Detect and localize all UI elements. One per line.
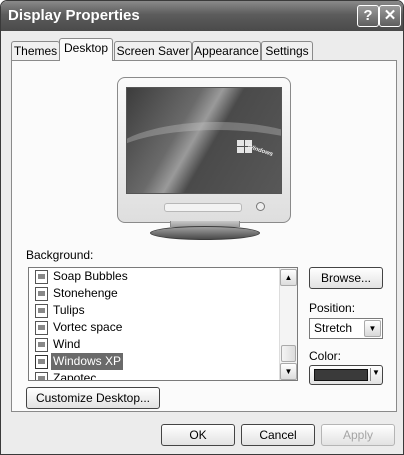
- list-item-label: Soap Bubbles: [53, 269, 128, 283]
- list-item-selected[interactable]: Windows XP: [32, 353, 277, 370]
- color-picker-button[interactable]: ▼: [309, 365, 383, 385]
- position-value: Stretch: [314, 321, 353, 335]
- color-swatch: [314, 369, 368, 381]
- windows-logo: Windows: [237, 140, 274, 160]
- customize-desktop-button[interactable]: Customize Desktop...: [26, 387, 160, 409]
- ok-button[interactable]: OK: [161, 424, 235, 446]
- tab-themes[interactable]: Themes: [11, 41, 60, 60]
- help-icon: ?: [363, 7, 373, 24]
- tab-appearance[interactable]: Appearance: [192, 41, 261, 60]
- picture-file-icon: [35, 304, 48, 318]
- picture-file-icon: [35, 372, 48, 380]
- apply-button[interactable]: Apply: [321, 424, 395, 446]
- desktop-tab-panel: Windows Background: Soap Bubbles Stonehe…: [11, 60, 397, 412]
- cancel-button[interactable]: Cancel: [241, 424, 315, 446]
- monitor-stand-base: [150, 226, 260, 240]
- close-icon: ✕: [383, 7, 397, 24]
- scroll-up-button[interactable]: ▲: [280, 269, 297, 286]
- position-select[interactable]: Stretch ▼: [309, 318, 383, 339]
- desktop-preview-screen: Windows: [126, 87, 282, 194]
- picture-file-icon: [35, 321, 48, 335]
- scrollbar-thumb[interactable]: [281, 345, 296, 362]
- color-label: Color:: [309, 349, 342, 363]
- list-item[interactable]: Tulips: [32, 302, 277, 319]
- tab-screen-saver[interactable]: Screen Saver: [114, 41, 192, 60]
- browse-button[interactable]: Browse...: [309, 267, 383, 289]
- list-item[interactable]: Soap Bubbles: [32, 268, 277, 285]
- scroll-down-button[interactable]: ▼: [280, 363, 297, 380]
- list-item[interactable]: Zapotec: [32, 370, 277, 381]
- color-picker-separator: [370, 368, 371, 381]
- list-item-label: Zapotec: [53, 371, 97, 381]
- tab-desktop[interactable]: Desktop: [59, 38, 113, 61]
- window-title: Display Properties: [8, 7, 140, 24]
- tab-settings[interactable]: Settings: [261, 41, 313, 60]
- position-label: Position:: [309, 301, 356, 315]
- scroll-up-icon: ▲: [284, 273, 293, 282]
- list-item-label: Vortec space: [53, 320, 123, 334]
- picture-file-icon: [35, 338, 48, 352]
- list-item-label: Wind: [53, 337, 81, 351]
- dropdown-arrow-icon: ▼: [372, 368, 380, 377]
- monitor-bezel: [126, 202, 280, 214]
- list-item-label: Tulips: [53, 303, 85, 317]
- title-bar[interactable]: Display Properties ? ✕: [1, 1, 403, 31]
- display-properties-window: Display Properties ? ✕ Themes Desktop Sc…: [0, 0, 404, 455]
- monitor-preview: Windows: [117, 77, 291, 223]
- picture-file-icon: [35, 287, 48, 301]
- list-item[interactable]: Stonehenge: [32, 285, 277, 302]
- background-label: Background:: [26, 248, 94, 262]
- monitor-slot: [164, 203, 242, 212]
- list-item[interactable]: Vortec space: [32, 319, 277, 336]
- dropdown-arrow-icon[interactable]: ▼: [364, 320, 381, 337]
- picture-file-icon: [35, 270, 48, 284]
- monitor-power-icon: [256, 202, 265, 211]
- picture-file-icon: [35, 355, 48, 369]
- scroll-down-icon: ▼: [284, 367, 293, 376]
- list-item-label: Windows XP: [51, 353, 124, 370]
- listbox-scrollbar[interactable]: ▲ ▼: [279, 268, 297, 380]
- close-button[interactable]: ✕: [379, 5, 401, 27]
- background-listbox[interactable]: Soap Bubbles Stonehenge Tulips Vortec sp…: [28, 267, 298, 381]
- help-button[interactable]: ?: [357, 5, 379, 27]
- list-item-label: Stonehenge: [53, 286, 118, 300]
- list-item[interactable]: Wind: [32, 336, 277, 353]
